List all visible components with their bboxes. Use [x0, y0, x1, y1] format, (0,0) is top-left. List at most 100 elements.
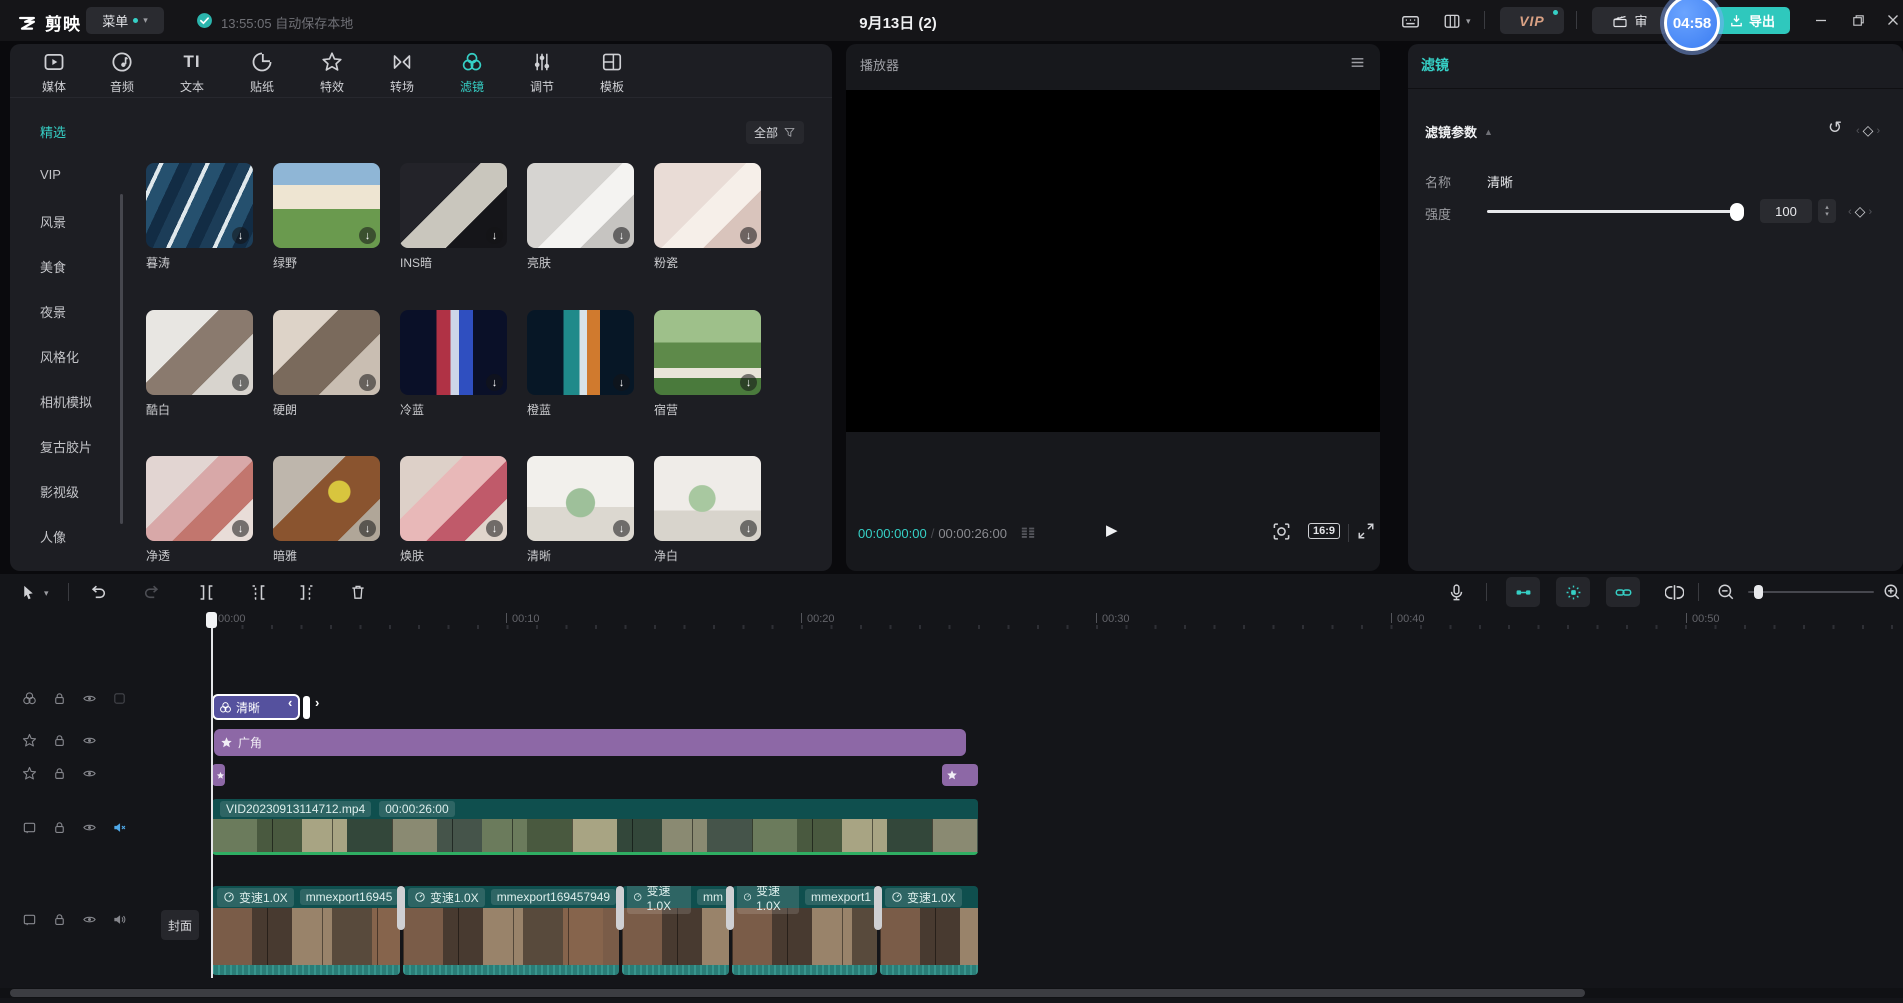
- filter-thumbnail[interactable]: ↓: [654, 310, 761, 395]
- preview-split-toggle[interactable]: [1660, 578, 1688, 606]
- filter-all-dropdown[interactable]: 全部: [746, 121, 804, 144]
- lock-icon[interactable]: [52, 912, 67, 927]
- tab-audio[interactable]: 音频: [90, 50, 154, 95]
- trim-handle-pill[interactable]: [303, 696, 310, 719]
- effect-clip-partial[interactable]: [942, 764, 978, 786]
- cover-button[interactable]: 封面: [161, 910, 199, 940]
- overlay-clip[interactable]: 变速1.0X mm: [622, 886, 729, 975]
- download-icon[interactable]: ↓: [232, 520, 249, 537]
- sidebar-item-featured[interactable]: 精选: [40, 122, 66, 140]
- snapshot-icon[interactable]: [1272, 522, 1291, 541]
- filter-card[interactable]: ↓焕肤: [400, 456, 507, 564]
- tab-sticker[interactable]: 贴纸: [230, 50, 294, 95]
- lock-icon[interactable]: [52, 820, 67, 835]
- strength-stepper[interactable]: ▴▾: [1818, 199, 1836, 223]
- download-icon[interactable]: ↓: [740, 520, 757, 537]
- filter-thumbnail[interactable]: ↓: [146, 310, 253, 395]
- trim-handle-left-icon[interactable]: ‹: [288, 695, 292, 710]
- keyframe-prev-icon[interactable]: ‹: [1856, 125, 1860, 137]
- timeline-horizontal-scrollbar[interactable]: [0, 988, 1903, 998]
- mute-icon[interactable]: [112, 820, 127, 835]
- tab-adjust[interactable]: 调节: [510, 50, 574, 95]
- strength-slider-knob[interactable]: [1730, 203, 1744, 221]
- filter-card[interactable]: ↓净透: [146, 456, 253, 564]
- sidebar-item-portrait[interactable]: 人像: [40, 527, 66, 545]
- window-restore-button[interactable]: [1849, 11, 1867, 29]
- eye-icon[interactable]: [82, 820, 97, 835]
- download-icon[interactable]: ↓: [740, 227, 757, 244]
- effect-clip-sliver[interactable]: [212, 764, 225, 786]
- filter-card[interactable]: ↓冷蓝: [400, 310, 507, 418]
- player-menu-icon[interactable]: [1349, 54, 1366, 71]
- timeline-ruler[interactable]: 00:00 00:10 00:20 00:30 00:40 00:50: [0, 613, 1903, 635]
- select-tool-button[interactable]: [14, 578, 42, 606]
- timeline-zoom-out-button[interactable]: [1712, 578, 1740, 606]
- auto-snap-toggle[interactable]: [1556, 577, 1590, 607]
- window-minimize-button[interactable]: [1812, 11, 1830, 29]
- speaker-icon[interactable]: [112, 912, 127, 927]
- sidebar-item-stylized[interactable]: 风格化: [40, 347, 79, 365]
- aspect-ratio-button[interactable]: 16:9: [1308, 523, 1340, 539]
- filter-thumbnail[interactable]: ↓: [400, 163, 507, 248]
- transition-handle[interactable]: [874, 886, 882, 930]
- eye-icon[interactable]: [82, 912, 97, 927]
- timeline-zoom-knob[interactable]: [1754, 585, 1763, 599]
- transition-handle[interactable]: [397, 886, 405, 930]
- keyframe-prev-icon[interactable]: ‹: [1848, 206, 1852, 218]
- tab-templates[interactable]: 模板: [580, 50, 644, 95]
- effect-clip-wide-angle[interactable]: 广角: [214, 729, 966, 756]
- download-icon[interactable]: ↓: [613, 227, 630, 244]
- sidebar-item-food[interactable]: 美食: [40, 257, 66, 275]
- filter-card[interactable]: ↓酷白: [146, 310, 253, 418]
- transition-handle[interactable]: [616, 886, 624, 930]
- tab-transitions[interactable]: 转场: [370, 50, 434, 95]
- filter-card[interactable]: ↓粉瓷: [654, 163, 761, 271]
- eye-icon[interactable]: [82, 766, 97, 781]
- lock-icon[interactable]: [52, 733, 67, 748]
- sidebar-scrollbar[interactable]: [120, 194, 123, 524]
- filter-thumbnail[interactable]: ↓: [654, 163, 761, 248]
- main-video-clip[interactable]: VID20230913114712.mp4 00:00:26:00: [212, 799, 978, 855]
- download-icon[interactable]: ↓: [232, 374, 249, 391]
- tab-media[interactable]: 媒体: [22, 50, 86, 95]
- undo-button[interactable]: [84, 578, 112, 606]
- fullscreen-icon[interactable]: [1357, 522, 1375, 540]
- empty-toggle-icon[interactable]: [112, 691, 127, 706]
- eye-icon[interactable]: [82, 691, 97, 706]
- scrollbar-thumb[interactable]: [10, 989, 1585, 997]
- vip-badge[interactable]: VIP: [1500, 7, 1564, 34]
- tab-filters[interactable]: 滤镜: [440, 50, 504, 95]
- sidebar-item-retro-film[interactable]: 复古胶片: [40, 437, 92, 455]
- sidebar-item-night[interactable]: 夜景: [40, 302, 66, 320]
- filter-thumbnail[interactable]: ↓: [527, 163, 634, 248]
- download-icon[interactable]: ↓: [740, 374, 757, 391]
- filter-thumbnail[interactable]: ↓: [146, 456, 253, 541]
- menu-button[interactable]: 菜单 ▾: [86, 7, 164, 34]
- filter-thumbnail[interactable]: ↓: [273, 456, 380, 541]
- layout-switch-icon[interactable]: [1438, 7, 1466, 35]
- filter-thumbnail[interactable]: ↓: [654, 456, 761, 541]
- timeline-zoom-in-button[interactable]: [1878, 578, 1903, 606]
- overlay-clip[interactable]: 变速1.0X mmexport169457949: [403, 886, 619, 975]
- filter-clip-selected[interactable]: 清晰: [212, 694, 300, 720]
- collapse-triangle-icon[interactable]: ▲: [1484, 127, 1493, 137]
- redo-button[interactable]: [138, 578, 166, 606]
- filter-card[interactable]: ↓暗雅: [273, 456, 380, 564]
- filter-card[interactable]: ↓绿野: [273, 163, 380, 271]
- playhead-handle[interactable]: [206, 612, 217, 628]
- download-icon[interactable]: ↓: [486, 520, 503, 537]
- delete-right-button[interactable]: [292, 578, 320, 606]
- filter-thumbnail[interactable]: ↓: [527, 456, 634, 541]
- tab-effects[interactable]: 特效: [300, 50, 364, 95]
- proxy-quality-icon[interactable]: [1019, 524, 1037, 542]
- filter-card[interactable]: ↓宿营: [654, 310, 761, 418]
- tab-text[interactable]: TI文本: [160, 50, 224, 95]
- filter-card[interactable]: ↓净白: [654, 456, 761, 564]
- sidebar-item-scenery[interactable]: 风景: [40, 212, 66, 230]
- delete-left-button[interactable]: [244, 578, 272, 606]
- export-button[interactable]: 导出: [1714, 7, 1790, 34]
- filter-thumbnail[interactable]: ↓: [527, 310, 634, 395]
- shortcut-keyboard-icon[interactable]: [1396, 7, 1424, 35]
- strength-value-input[interactable]: 100: [1760, 199, 1812, 223]
- eye-icon[interactable]: [82, 733, 97, 748]
